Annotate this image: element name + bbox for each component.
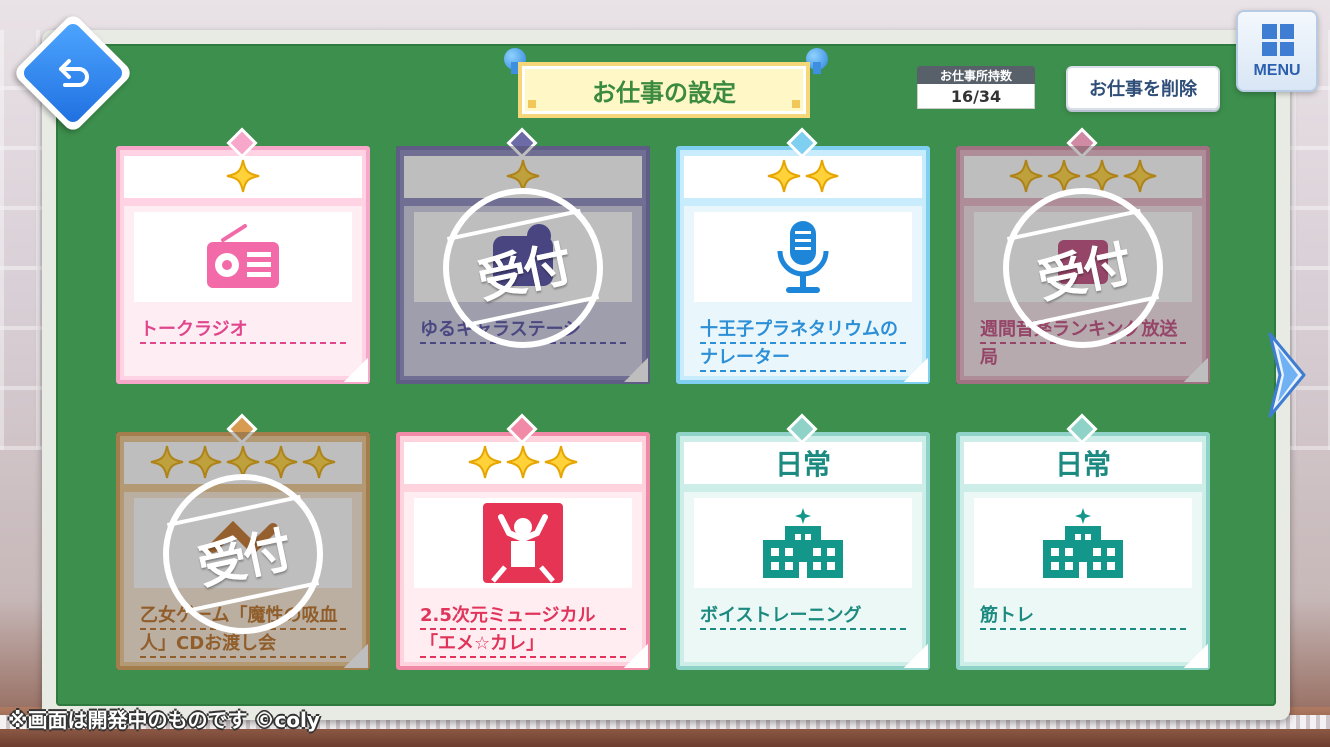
menu-button[interactable]: MENU <box>1236 10 1318 92</box>
star-icon <box>468 445 502 479</box>
job-count-value: 16/34 <box>917 84 1035 109</box>
page-title: お仕事の設定 <box>518 62 810 118</box>
page-fold-corner <box>904 644 928 668</box>
menu-grid-icon <box>1262 24 1294 56</box>
job-rank-stars <box>396 444 650 480</box>
job-name-underline <box>700 628 906 630</box>
radio-icon <box>134 212 352 302</box>
job-name-underline <box>980 628 1186 630</box>
star-icon <box>544 445 578 479</box>
job-name: 十王子プラネタリウムのナレーター <box>700 319 898 368</box>
next-page-arrow-icon[interactable] <box>1264 330 1308 420</box>
job-card-body: トークラジオ <box>124 206 362 376</box>
page-fold-corner <box>624 644 648 668</box>
job-name: ボイストレーニング <box>700 605 862 626</box>
job-card[interactable]: ゆるキャラステージ 受付 <box>396 127 650 384</box>
job-card-body: ボイストレーニング <box>684 492 922 662</box>
star-icon <box>805 159 839 193</box>
job-card[interactable]: 2.5次元ミュージカル「エメ☆カレ」 <box>396 413 650 670</box>
accepted-stamp-text: 受付 <box>1033 235 1135 310</box>
job-count-label: お仕事所持数 <box>917 66 1035 84</box>
job-name-underline <box>140 342 346 344</box>
job-card-body: 筋トレ <box>964 492 1202 662</box>
page-fold-corner <box>1184 644 1208 668</box>
job-name-underline <box>420 656 626 658</box>
school-building-icon <box>974 498 1192 588</box>
job-card[interactable]: 日常筋トレ <box>956 413 1210 670</box>
job-name-underline <box>700 370 906 372</box>
job-card-header: 日常 <box>684 442 922 484</box>
star-icon <box>506 445 540 479</box>
page-fold-corner <box>904 358 928 382</box>
school-building-icon <box>694 498 912 588</box>
job-category-label: 日常 <box>1054 448 1111 481</box>
job-category-label: 日常 <box>774 448 831 481</box>
job-name: 筋トレ <box>980 605 1034 626</box>
job-card-body: 十王子プラネタリウムのナレーター <box>684 206 922 376</box>
job-card[interactable]: トークラジオ <box>116 127 370 384</box>
development-notice: ※画面は開発中のものです ©coly <box>8 708 320 732</box>
job-name-underline <box>420 628 626 630</box>
menu-label: MENU <box>1253 62 1301 79</box>
page-fold-corner <box>344 358 368 382</box>
job-card[interactable]: 週間音楽ランキング放送局 受付 <box>956 127 1210 384</box>
job-card-header: 日常 <box>964 442 1202 484</box>
job-name: 2.5次元ミュージカル「エメ☆カレ」 <box>420 605 596 654</box>
job-rank-stars <box>676 158 930 194</box>
job-name: トークラジオ <box>140 319 248 340</box>
job-name-underline <box>700 342 906 344</box>
stage-icon <box>414 498 632 588</box>
microphone-icon <box>694 212 912 302</box>
job-rank-stars <box>116 158 370 194</box>
back-arrow-icon <box>59 59 89 87</box>
star-icon <box>767 159 801 193</box>
accepted-stamp-text: 受付 <box>193 521 295 596</box>
accepted-stamp-text: 受付 <box>473 235 575 310</box>
job-card-body: 2.5次元ミュージカル「エメ☆カレ」 <box>404 492 642 662</box>
job-card[interactable]: 十王子プラネタリウムのナレーター <box>676 127 930 384</box>
delete-job-button[interactable]: お仕事を削除 <box>1066 66 1220 110</box>
job-card[interactable]: 乙女ゲーム「魔性の吸血人」CDお渡し会 受付 <box>116 413 370 670</box>
star-icon <box>226 159 260 193</box>
job-card[interactable]: 日常ボイストレーニング <box>676 413 930 670</box>
job-count: お仕事所持数 16/34 <box>917 66 1035 110</box>
